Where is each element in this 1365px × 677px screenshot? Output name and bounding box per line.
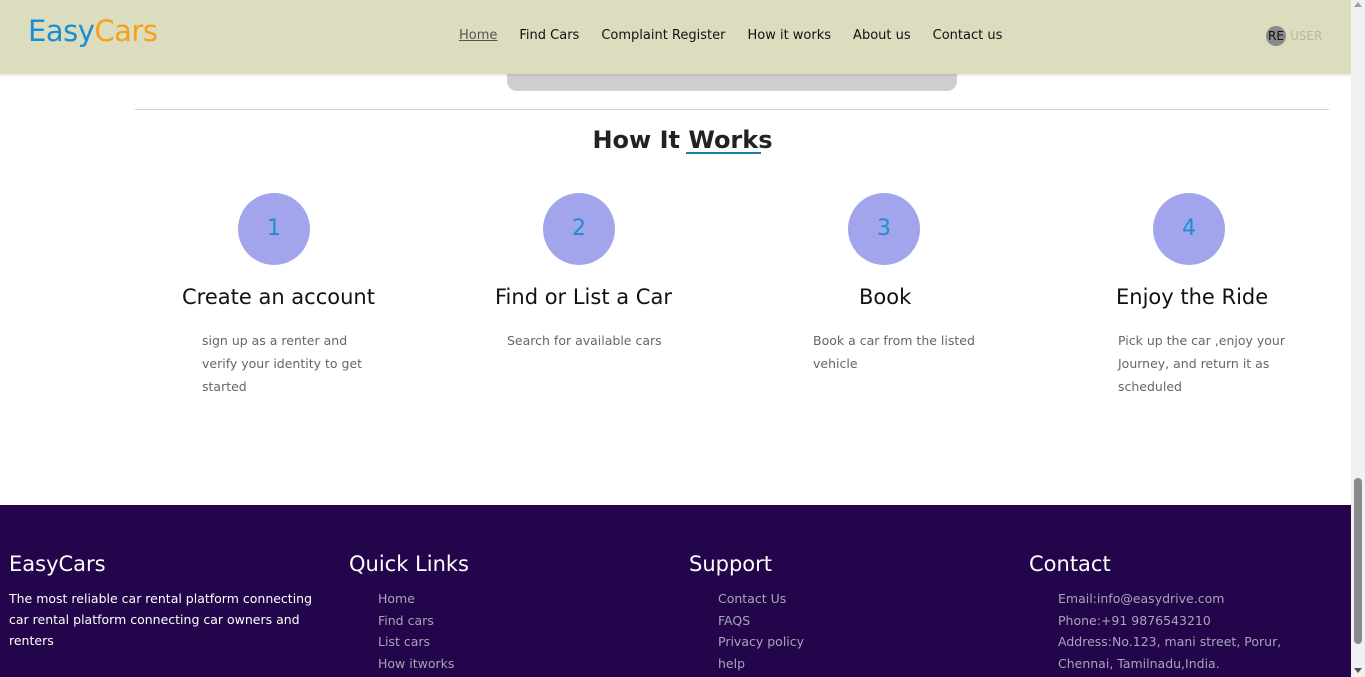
step-number-circle: 3: [848, 193, 920, 265]
logo-cars: Cars: [94, 14, 158, 48]
title-underline: [686, 152, 761, 154]
footer-link-home[interactable]: Home: [378, 588, 469, 610]
footer-contact-email: Email:info@easydrive.com: [1058, 591, 1225, 606]
user-avatar[interactable]: RE: [1266, 26, 1286, 46]
step-description: Book a car from the listed vehicle: [813, 333, 975, 371]
footer-support: Support Contact Us FAQS Privacy policy h…: [689, 552, 804, 674]
scroll-up-arrow-icon[interactable]: [1354, 2, 1362, 7]
section-divider: [135, 109, 1329, 110]
nav-complaint-register[interactable]: Complaint Register: [601, 28, 725, 43]
step-title: Book: [859, 285, 912, 309]
footer-link-how-it-works[interactable]: How itworks: [378, 653, 469, 675]
footer-link-faqs[interactable]: FAQS: [718, 610, 804, 632]
site-logo[interactable]: EasyCars: [28, 14, 158, 48]
footer-contact-address: Address:No.123, mani street, Porur, Chen…: [1058, 634, 1282, 671]
footer-link-help[interactable]: help: [718, 653, 804, 675]
logo-easy: Easy: [28, 14, 95, 48]
how-it-works-title: How It Works: [592, 126, 773, 154]
nav-contact-us[interactable]: Contact us: [933, 28, 1003, 43]
step-number-circle: 2: [543, 193, 615, 265]
step-number-circle: 4: [1153, 193, 1225, 265]
scrollbar-thumb[interactable]: [1354, 478, 1362, 644]
step-number-circle: 1: [238, 193, 310, 265]
footer-brand: EasyCars The most reliable car rental pl…: [9, 552, 329, 651]
step-description: Pick up the car ,enjoy your Journey, and…: [1118, 333, 1285, 394]
step-title: Enjoy the Ride: [1116, 285, 1269, 309]
footer-quick-links-title: Quick Links: [349, 552, 470, 576]
nav-home[interactable]: Home: [459, 28, 497, 43]
footer-brand-title: EasyCars: [9, 552, 106, 576]
page-scrollbar[interactable]: [1351, 0, 1365, 677]
site-footer: EasyCars The most reliable car rental pl…: [0, 505, 1351, 677]
user-label[interactable]: USER: [1290, 29, 1322, 43]
step-title: Create an account: [182, 285, 375, 309]
footer-contact: Contact Email:info@easydrive.com Phone:+…: [1029, 552, 1329, 674]
site-header: EasyCars Home Find Cars Complaint Regist…: [0, 0, 1351, 74]
footer-brand-text: The most reliable car rental platform co…: [9, 591, 313, 648]
nav-about-us[interactable]: About us: [853, 28, 911, 43]
footer-link-privacy-policy[interactable]: Privacy policy: [718, 631, 804, 653]
footer-link-contact-us[interactable]: Contact Us: [718, 588, 804, 610]
step-description: Search for available cars: [507, 333, 662, 348]
footer-support-title: Support: [689, 552, 773, 576]
page: EasyCars Home Find Cars Complaint Regist…: [0, 0, 1365, 677]
step-title: Find or List a Car: [495, 285, 672, 309]
footer-quick-links: Quick Links Home Find cars List cars How…: [349, 552, 469, 674]
step-description: sign up as a renter and verify your iden…: [202, 333, 363, 394]
footer-link-list-cars[interactable]: List cars: [378, 631, 469, 653]
scroll-down-arrow-icon[interactable]: [1354, 668, 1362, 673]
footer-link-find-cars[interactable]: Find cars: [378, 610, 469, 632]
user-menu[interactable]: RE USER: [1266, 26, 1322, 46]
footer-contact-title: Contact: [1029, 552, 1111, 576]
nav-how-it-works[interactable]: How it works: [747, 28, 831, 43]
main-nav: Home Find Cars Complaint Register How it…: [459, 28, 1024, 43]
footer-contact-phone: Phone:+91 9876543210: [1058, 612, 1211, 628]
nav-find-cars[interactable]: Find Cars: [519, 28, 579, 43]
